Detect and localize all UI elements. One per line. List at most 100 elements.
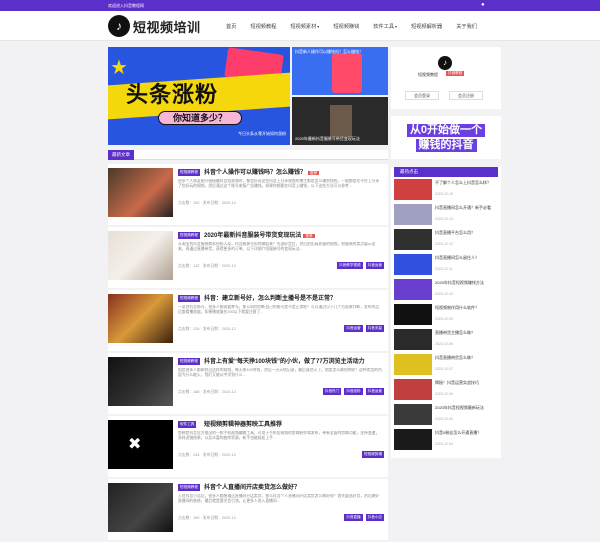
list-item[interactable]: 2020年抖音短视频最新玩法 2020-12-05 — [394, 404, 498, 427]
hot-thumbnail[interactable] — [394, 404, 432, 425]
tag[interactable]: 抖音教学视频 — [337, 262, 363, 269]
hot-thumbnail[interactable] — [394, 179, 432, 200]
hot-thumbnail[interactable] — [394, 279, 432, 300]
section-header: 最新文章 — [108, 150, 388, 160]
list-item[interactable]: 抖音直播间怎么开通？新手必看 2020-12-13 — [394, 204, 498, 227]
hot-title[interactable]: 抖音直播带货怎么做？ — [435, 355, 501, 365]
tag[interactable]: 抖音热门 — [322, 388, 342, 395]
tag-list: 抖音运营 抖音流量 — [341, 325, 384, 332]
hot-title[interactable]: 抖音直播间怎么留住人？ — [435, 255, 501, 265]
article-title[interactable]: 2020年最新抖音服装号带货变现玩法 推荐 — [204, 230, 315, 239]
list-item[interactable]: 短视频教程 抖音上有爱“每天挣100块钱”的小伙，做了77万浏览主活动力 相信很… — [108, 353, 388, 414]
article-thumbnail[interactable] — [108, 483, 173, 532]
hot-thumbnail[interactable] — [394, 354, 432, 375]
main-nav: 首页 短视频教程 短视频素材▾ 短视频赚钱 软件工具▾ 短视频解析器 关于我们 — [226, 11, 491, 41]
site-logo[interactable]: ♪ 短视频培训 — [108, 15, 201, 37]
article-thumbnail[interactable] — [108, 357, 173, 406]
nav-earn[interactable]: 短视频赚钱 — [333, 23, 359, 30]
article-title[interactable]: 短视频剪辑神器剪映工具推荐 — [204, 419, 282, 428]
list-item[interactable]: 揭秘！抖音运营实战技巧 2020-12-06 — [394, 379, 498, 402]
list-item[interactable]: 抖音0粉丝怎么开通直播？ 2020-12-04 — [394, 429, 498, 452]
category-badge[interactable]: 短视频教程 — [178, 232, 200, 239]
list-item[interactable]: ✖ 软件工具 短视频剪辑神器剪映工具推荐 剪映是抖音官方推出的一款手机视频编辑工… — [108, 416, 388, 477]
list-item[interactable]: 2020年抖音短视频赚钱方法 2020-12-10 — [394, 279, 498, 302]
hot-thumbnail[interactable] — [394, 204, 432, 225]
nav-parser[interactable]: 短视频解析器 — [411, 23, 442, 30]
list-item[interactable]: 直播带货主播怎么做？ 2020-12-08 — [394, 329, 498, 352]
hot-date: 2020-12-08 — [435, 342, 453, 346]
hot-date: 2020-12-05 — [435, 417, 453, 421]
list-item[interactable]: 短视频教程 抖音个人直播间开店卖货怎么做好？ 入驻抖音小店后，很多人都想通过直播… — [108, 479, 388, 540]
hot-date: 2020-12-11 — [435, 267, 453, 271]
list-item[interactable]: 短视频制作用什么软件？ 2020-12-09 — [394, 304, 498, 327]
site-logo-text: 短视频培训 — [133, 19, 201, 35]
capcut-logo-icon: ✖ — [128, 436, 142, 453]
tag[interactable]: 抖音运营 — [365, 262, 384, 269]
hot-title[interactable]: 抖音直播平台怎么用？ — [435, 230, 501, 240]
hot-title[interactable]: 抖音直播间怎么开通？新手必看 — [435, 205, 501, 215]
nav-home[interactable]: 首页 — [226, 23, 236, 30]
article-title[interactable]: 抖音上有爱“每天挣100块钱”的小伙，做了77万浏览主活动力 — [204, 356, 365, 365]
hot-thumbnail[interactable] — [394, 379, 432, 400]
nav-tutorial[interactable]: 短视频教程 — [250, 23, 276, 30]
tiktok-logo-icon: ♪ — [108, 15, 130, 37]
list-item[interactable]: 短视频教程 抖音：建立新号好，怎么判断主播号是不是正常？ 一说到抖音新号，很多人… — [108, 290, 388, 351]
category-badge[interactable]: 短视频教程 — [178, 169, 200, 176]
tag[interactable]: 短视频剪辑 — [362, 451, 384, 458]
hot-title[interactable]: 不了解个人怎么上抖音怎么样？ — [435, 180, 501, 190]
article-desc: 很多个人朋友刚开始接触抖音短视频时，都会好奇这些抖音上分享视频的博主都是怎么赚到… — [178, 179, 380, 189]
tag[interactable]: 抖音运营 — [365, 388, 384, 395]
list-item[interactable]: 短视频教程 2020年最新抖音服装号带货变现玩法 推荐 从淘宝到抖音服装商家纷纷入… — [108, 227, 388, 288]
avatar[interactable]: ♪ — [438, 56, 452, 70]
article-thumbnail[interactable] — [108, 231, 173, 280]
tag[interactable]: 抖音涨粉 — [344, 388, 363, 395]
category-badge[interactable]: 短视频教程 — [178, 358, 200, 365]
list-item[interactable]: 抖音直播带货怎么做？ 2020-12-07 — [394, 354, 498, 377]
article-title[interactable]: 抖音个人操作可以赚钱吗？怎么赚钱？ 推荐 — [204, 167, 320, 176]
wechat-icon[interactable]: ● — [481, 2, 490, 9]
hero-slide-right-bottom[interactable]: 2020年最新抖音服装号带货变现玩法 — [292, 97, 388, 145]
nav-about[interactable]: 关于我们 — [456, 23, 477, 30]
category-badge[interactable]: 短视频教程 — [178, 295, 200, 302]
nav-material[interactable]: 短视频素材▾ — [290, 23, 319, 30]
article-thumbnail[interactable] — [108, 168, 173, 217]
article-title[interactable]: 抖音：建立新号好，怎么判断主播号是不是正常？ — [204, 293, 336, 302]
tag[interactable]: 抖音流量 — [365, 325, 384, 332]
list-item[interactable]: 抖音直播间怎么留住人？ 2020-12-11 — [394, 254, 498, 277]
list-item[interactable]: 短视频教程 抖音个人操作可以赚钱吗？怎么赚钱？ 推荐 很多个人朋友刚开始接触抖音短… — [108, 164, 388, 225]
hot-date: 2020-12-09 — [435, 317, 453, 321]
hot-thumbnail[interactable] — [394, 254, 432, 275]
phone-image — [332, 53, 362, 93]
hot-thumbnail[interactable] — [394, 229, 432, 250]
hero-slide-right-top[interactable]: 抖音新人操作可以赚钱吗？怎么赚钱？ — [292, 47, 388, 95]
hot-title[interactable]: 2020年抖音短视频最新玩法 — [435, 405, 501, 415]
article-meta: 点击数：244 · 发布日期：2020-12 — [178, 453, 236, 457]
category-badge[interactable]: 短视频教程 — [178, 484, 200, 491]
hot-title[interactable]: 直播带货主播怎么做？ — [435, 330, 501, 340]
hot-list: 最热点击 不了解个人怎么上抖音怎么样？ 2020-12-15 抖音直播间怎么开通？… — [391, 167, 501, 458]
view-count: 226 — [193, 327, 200, 331]
article-title[interactable]: 抖音个人直播间开店卖货怎么做好？ — [204, 482, 300, 491]
hot-date: 2020-12-13 — [435, 217, 453, 221]
hot-title[interactable]: 短视频制作用什么软件？ — [435, 305, 501, 315]
hero-title: 头条涨粉 — [126, 82, 219, 107]
register-button[interactable]: 会员注册 — [449, 91, 483, 100]
category-badge[interactable]: 软件工具 — [178, 421, 197, 428]
tag[interactable]: 抖音运营 — [344, 325, 363, 332]
promo-banner[interactable]: 从0开始做一个 赚钱的抖音 — [391, 116, 501, 159]
hot-thumbnail[interactable] — [394, 429, 432, 450]
hot-title[interactable]: 揭秘！抖音运营实战技巧 — [435, 380, 501, 390]
hot-title[interactable]: 抖音0粉丝怎么开通直播？ — [435, 430, 501, 440]
article-thumbnail[interactable]: ✖ — [108, 420, 173, 469]
login-button[interactable]: 会员登录 — [405, 91, 439, 100]
hot-date: 2020-12-06 — [435, 392, 453, 396]
article-thumbnail[interactable] — [108, 294, 173, 343]
hot-title[interactable]: 2020年抖音短视频赚钱方法 — [435, 280, 501, 290]
list-item[interactable]: 抖音直播平台怎么用？ 2020-12-12 — [394, 229, 498, 252]
hot-thumbnail[interactable] — [394, 329, 432, 350]
hot-thumbnail[interactable] — [394, 304, 432, 325]
list-item[interactable]: 不了解个人怎么上抖音怎么样？ 2020-12-15 — [394, 179, 498, 202]
hero-slide-main[interactable]: ★ 头条涨粉 你知道多少？ 今日头条从零开始如何涨粉 — [108, 47, 290, 145]
banner-line-2: 赚钱的抖音 — [415, 138, 477, 152]
nav-tools[interactable]: 软件工具▾ — [373, 23, 397, 30]
